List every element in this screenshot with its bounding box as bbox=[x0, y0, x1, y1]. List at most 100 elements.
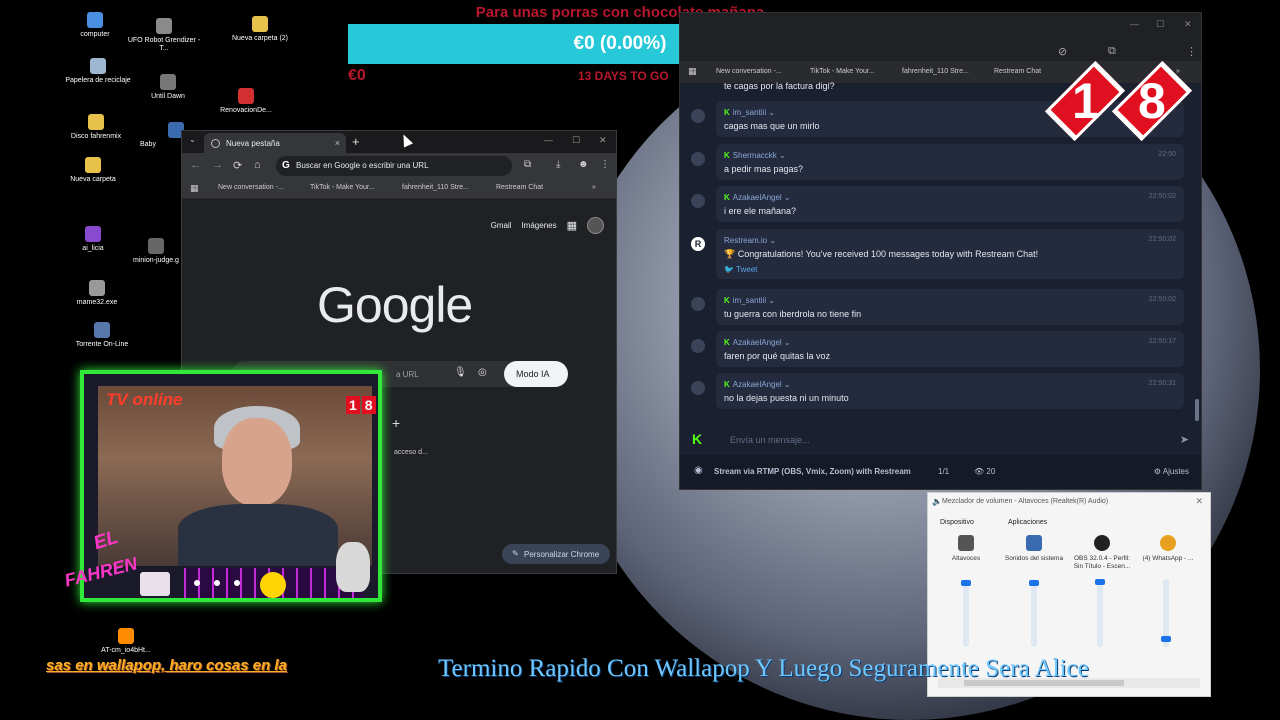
close-button[interactable]: ✕ bbox=[599, 135, 607, 146]
slider-thumb[interactable] bbox=[1095, 579, 1105, 585]
chat-timestamp: 22:50:02 bbox=[1148, 236, 1176, 243]
desktop-icon-disco-fahrenmix[interactable]: Disco fahrenmix bbox=[56, 114, 136, 141]
volume-slider-whatsapp[interactable] bbox=[1161, 579, 1171, 647]
back-button[interactable]: ← bbox=[190, 159, 201, 171]
channel-obs[interactable]: OBS 32.0.4 - Perfil: Sin Título - Escen.… bbox=[1070, 533, 1134, 571]
desktop-icon-nueva-carpeta[interactable]: Nueva carpeta bbox=[53, 157, 133, 184]
channel-whatsapp[interactable]: (4) WhatsApp - ... bbox=[1136, 533, 1200, 563]
new-tab-button[interactable]: + bbox=[352, 134, 360, 149]
kick-icon: K bbox=[724, 296, 730, 305]
desktop-icon-mame32[interactable]: mame32.exe bbox=[57, 280, 137, 307]
add-shortcut-button[interactable]: + bbox=[392, 415, 400, 431]
google-apps-icon[interactable]: ▦ bbox=[567, 219, 577, 232]
bookmark-restream-chat[interactable]: Restream Chat bbox=[496, 184, 543, 191]
desktop-icon-at-cm[interactable]: AT-cm_io4bHt... bbox=[86, 628, 166, 655]
maximize-button[interactable]: ☐ bbox=[572, 135, 580, 146]
desktop-icon-computer[interactable]: computer bbox=[55, 12, 135, 39]
google-g-icon: G bbox=[282, 160, 290, 171]
slider-thumb[interactable] bbox=[1029, 580, 1039, 586]
bookmark-fahrenheit[interactable]: fahrenheit_110 Stre... bbox=[402, 184, 469, 191]
modo-ia-button[interactable]: Modo IA bbox=[504, 361, 568, 387]
folder-icon bbox=[88, 114, 104, 130]
desktop-icon-renovacion[interactable]: RenovacionDe... bbox=[206, 88, 286, 115]
chat-username[interactable]: K AzakaelAngel ⌄ bbox=[724, 193, 791, 202]
tab-nueva-pestana[interactable]: Nueva pestaña × bbox=[204, 133, 346, 153]
desktop-icon-ufo-robot[interactable]: UFO Robot Grendizer - T... bbox=[124, 18, 204, 53]
desktop-icon-recycle-bin[interactable]: Papelera de reciclaje bbox=[58, 58, 138, 85]
pacman-icon bbox=[260, 572, 286, 598]
restream-chat-window: — ☐ ✕ ⊘ ⧉ ⋮ ▦ New conversation -... TikT… bbox=[679, 12, 1202, 490]
mini-18-badge: 18 bbox=[346, 396, 378, 414]
settings-button[interactable]: ⚙ Ajustes bbox=[1154, 467, 1189, 476]
desktop-icon-nueva-carpeta-2[interactable]: Nueva carpeta (2) bbox=[220, 16, 300, 43]
volume-slider-obs[interactable] bbox=[1095, 579, 1105, 647]
bookmark-new-conversation[interactable]: New conversation -... bbox=[716, 68, 782, 75]
desktop-icon-baby[interactable]: Baby bbox=[140, 122, 184, 149]
bookmark-restream-chat[interactable]: Restream Chat bbox=[994, 68, 1041, 75]
slider-thumb[interactable] bbox=[961, 580, 971, 586]
apps-grid-icon[interactable]: ▦ bbox=[190, 183, 199, 194]
vlc-file-icon bbox=[118, 628, 134, 644]
chat-username[interactable]: Kim_santiii ⌄ bbox=[724, 108, 775, 117]
extensions-icon[interactable]: ⧉ bbox=[524, 159, 531, 170]
home-button[interactable]: ⌂ bbox=[254, 159, 261, 171]
chat-username[interactable]: Restream.io ⌄ bbox=[724, 236, 776, 245]
chat-username[interactable]: K AzakaelAngel ⌄ bbox=[724, 380, 791, 389]
chat-text: tu guerra con iberdrola no tiene fin bbox=[724, 309, 862, 319]
extensions-icon[interactable]: ⧉ bbox=[1108, 45, 1116, 58]
volume-slider-altavoces[interactable] bbox=[961, 579, 971, 647]
chat-timestamp: 22:50 bbox=[1158, 151, 1176, 158]
chat-username[interactable]: K Shermacckk ⌄ bbox=[724, 151, 786, 160]
bookmarks-more-button[interactable]: » bbox=[1176, 68, 1180, 75]
gmail-link[interactable]: Gmail bbox=[491, 221, 512, 230]
tweet-link[interactable]: 🐦 Tweet bbox=[724, 265, 757, 274]
personalize-chrome-button[interactable]: ✎ Personalizar Chrome bbox=[502, 544, 610, 564]
footer-stream-label[interactable]: Stream via RTMP (OBS, Vmix, Zoom) with R… bbox=[714, 467, 911, 476]
microphone-icon[interactable]: 🎙 bbox=[454, 367, 467, 378]
chat-username[interactable]: Kim_santiii ⌄ bbox=[724, 296, 775, 305]
folder-icon bbox=[252, 16, 268, 32]
chat-message: K AzakaelAngel ⌄ 22:50:02 i ere ele mañan… bbox=[691, 186, 1184, 222]
omnibox[interactable]: G Buscar en Google o escribir una URL bbox=[276, 156, 512, 176]
account-avatar[interactable] bbox=[587, 217, 604, 234]
reload-button[interactable]: ⟳ bbox=[233, 159, 242, 172]
kick-platform-selector-icon[interactable]: K bbox=[692, 431, 702, 447]
close-button[interactable]: ✕ bbox=[1195, 496, 1203, 507]
incognito-icon[interactable]: ⊘ bbox=[1058, 45, 1067, 58]
minimize-button[interactable]: — bbox=[544, 135, 553, 145]
menu-icon[interactable]: ⋮ bbox=[600, 159, 610, 170]
close-button[interactable]: ✕ bbox=[1184, 19, 1192, 30]
apps-grid-icon[interactable]: ▦ bbox=[688, 66, 697, 77]
send-button[interactable]: ➤ bbox=[1180, 433, 1189, 446]
gear-icon: ⚙ bbox=[1153, 467, 1161, 476]
channel-altavoces[interactable]: Altavoces bbox=[934, 533, 998, 563]
chat-scrollbar[interactable] bbox=[1195, 399, 1199, 421]
bookmark-new-conversation[interactable]: New conversation -... bbox=[218, 184, 284, 191]
chat-username[interactable]: K AzakaelAngel ⌄ bbox=[724, 338, 791, 347]
pencil-icon: ✎ bbox=[512, 549, 519, 558]
volume-slider-system-sounds[interactable] bbox=[1029, 579, 1039, 647]
tab-search-button[interactable]: ⌄ bbox=[189, 135, 196, 144]
images-link[interactable]: Imágenes bbox=[521, 221, 556, 230]
channel-system-sounds[interactable]: Sonidos del sistema bbox=[1002, 533, 1066, 563]
avatar bbox=[691, 297, 705, 311]
download-icon[interactable]: ⤓ bbox=[556, 159, 560, 170]
bookmark-tiktok[interactable]: TikTok - Make Your... bbox=[810, 68, 875, 75]
tab-close-button[interactable]: × bbox=[335, 138, 340, 148]
desktop-icon-torrente[interactable]: Torrente On-Line bbox=[62, 322, 142, 349]
maximize-button[interactable]: ☐ bbox=[1156, 19, 1164, 30]
desktop-icon-until-dawn[interactable]: Until Dawn bbox=[128, 74, 208, 101]
slider-thumb[interactable] bbox=[1161, 636, 1171, 642]
badge-digit-8: 8 bbox=[1138, 73, 1166, 129]
tv-online-logo: TV online bbox=[106, 390, 183, 409]
profile-icon[interactable]: ☻ bbox=[578, 159, 589, 170]
bookmark-tiktok[interactable]: TikTok - Make Your... bbox=[310, 184, 375, 191]
bookmarks-more-button[interactable]: » bbox=[592, 184, 596, 191]
forward-button[interactable]: → bbox=[212, 159, 223, 171]
bookmark-fahrenheit[interactable]: fahrenheit_110 Stre... bbox=[902, 68, 969, 75]
minimize-button[interactable]: — bbox=[1130, 19, 1139, 29]
chat-message: K AzakaelAngel ⌄ 22:50:17 faren por qué q… bbox=[691, 331, 1184, 367]
menu-icon[interactable]: ⋮ bbox=[1186, 45, 1197, 58]
chat-input[interactable]: K Envía un mensaje... ➤ bbox=[680, 427, 1201, 453]
lens-icon[interactable]: ◎ bbox=[478, 367, 487, 378]
